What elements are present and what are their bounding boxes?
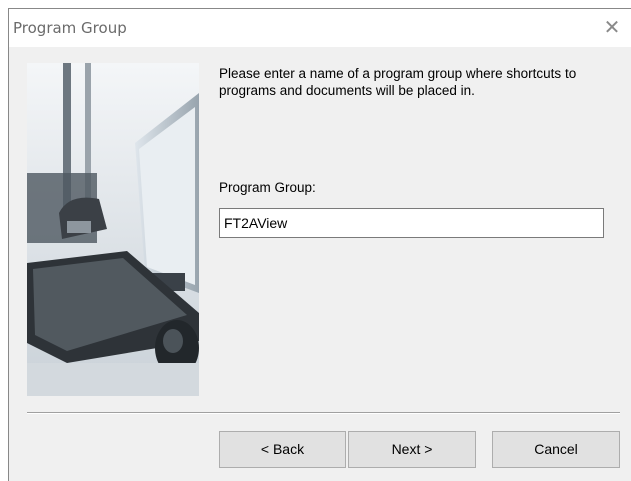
title-bar: Program Group ✕: [9, 9, 631, 47]
instruction-text: Please enter a name of a program group w…: [219, 66, 577, 98]
office-desk-image: [27, 63, 199, 396]
program-group-input[interactable]: [219, 208, 604, 238]
dialog-title: Program Group: [13, 19, 127, 37]
program-group-dialog: Program Group ✕ Please enter a name of a…: [8, 8, 631, 481]
close-icon[interactable]: ✕: [599, 15, 625, 41]
program-group-label: Program Group:: [219, 180, 316, 195]
next-button[interactable]: Next >: [348, 431, 476, 468]
back-button[interactable]: < Back: [219, 431, 346, 468]
cancel-button[interactable]: Cancel: [492, 431, 620, 468]
separator-line: [27, 412, 620, 414]
office-desk-illustration: [27, 63, 199, 396]
